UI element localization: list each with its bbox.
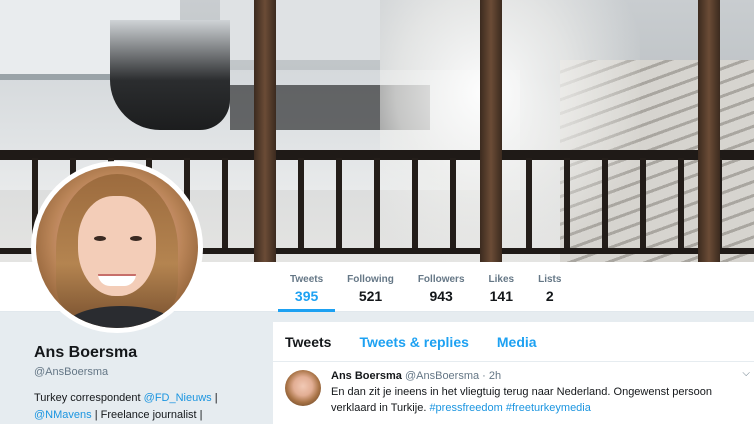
timeline-tabs: Tweets Tweets & replies Media [273, 322, 754, 362]
tweet-timestamp[interactable]: 2h [489, 370, 501, 382]
tweet[interactable]: Ans Boersma @AnsBoersma · 2h En dan zit … [273, 362, 754, 422]
stat-value: 395 [294, 288, 319, 304]
tweet-header: Ans Boersma @AnsBoersma · 2h [331, 370, 754, 382]
profile-stats: Tweets 395 Following 521 Followers 943 L… [278, 262, 573, 312]
stat-label: Followers [417, 274, 465, 285]
tweet-author-name[interactable]: Ans Boersma [331, 370, 402, 382]
stat-value: 943 [429, 288, 453, 304]
chevron-down-icon[interactable]: ⌵ [742, 368, 750, 379]
tweet-author-handle[interactable]: @AnsBoersma [405, 370, 479, 382]
stat-likes[interactable]: Likes 141 [477, 262, 527, 312]
tab-tweets-replies[interactable]: Tweets & replies [359, 334, 468, 350]
bio-mention-nmavens[interactable]: @NMavens [34, 409, 92, 421]
profile-info: Ans Boersma @AnsBoersma Turkey correspon… [34, 344, 264, 424]
stat-label: Lists [538, 274, 562, 285]
bio-separator: | [211, 392, 218, 404]
hashtag-freeturkeymedia[interactable]: #freeturkeymedia [506, 402, 591, 414]
profile-bio: Turkey correspondent @FD_Nieuws | @NMave… [34, 390, 264, 424]
tab-media[interactable]: Media [497, 334, 537, 350]
stat-label: Following [347, 274, 394, 285]
stat-following[interactable]: Following 521 [335, 262, 406, 312]
profile-name[interactable]: Ans Boersma [34, 344, 264, 362]
tweet-avatar[interactable] [285, 370, 321, 406]
stat-tweets[interactable]: Tweets 395 [278, 262, 336, 312]
stat-label: Tweets [290, 274, 324, 285]
hashtag-pressfreedom[interactable]: #pressfreedom [429, 402, 502, 414]
stat-value: 2 [545, 288, 554, 304]
tweet-text: En dan zit je ineens in het vliegtuig te… [331, 384, 731, 416]
stat-value: 141 [489, 288, 513, 304]
tweet-separator: · [479, 370, 489, 382]
bio-text: Turkey correspondent [34, 392, 144, 404]
timeline: Tweets Tweets & replies Media Ans Boersm… [273, 322, 754, 424]
twitter-profile-page: Tweets 395 Following 521 Followers 943 L… [0, 0, 754, 424]
stat-label: Likes [488, 274, 515, 285]
bio-text: | Freelance journalist | [91, 409, 203, 421]
bio-mention-fd-nieuws[interactable]: @FD_Nieuws [144, 392, 212, 404]
profile-handle[interactable]: @AnsBoersma [34, 366, 264, 378]
tab-tweets[interactable]: Tweets [285, 334, 331, 350]
profile-avatar[interactable] [31, 161, 203, 333]
stat-value: 521 [358, 288, 383, 304]
stat-lists[interactable]: Lists 2 [526, 262, 573, 312]
stat-followers[interactable]: Followers 943 [406, 262, 477, 312]
